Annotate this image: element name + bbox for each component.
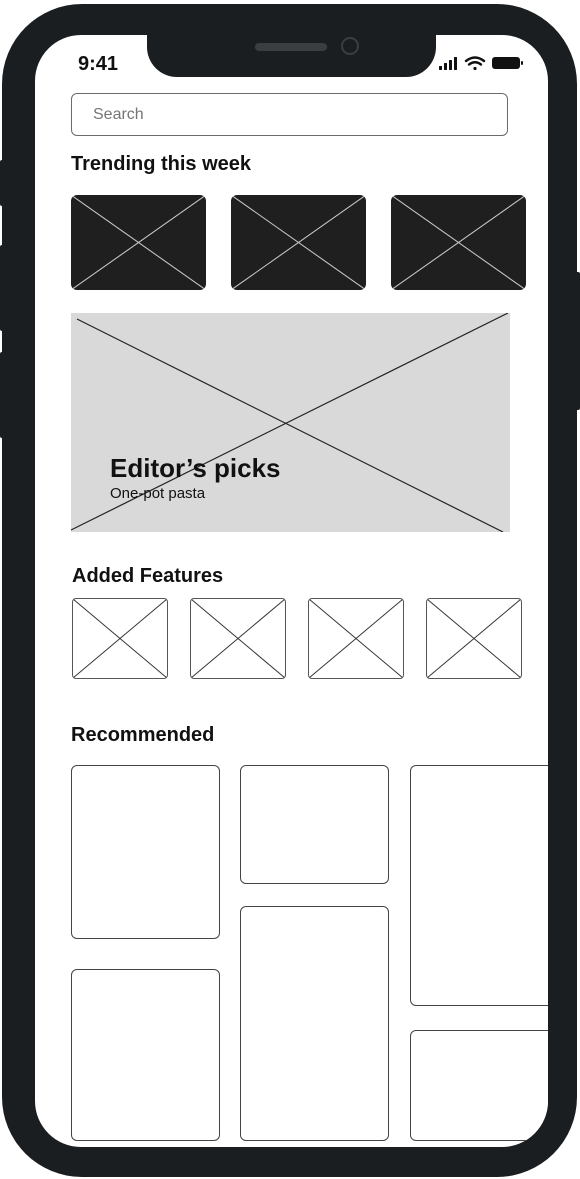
power-button bbox=[575, 272, 580, 410]
notch bbox=[147, 35, 436, 77]
feature-item[interactable] bbox=[190, 598, 286, 679]
volume-up-button bbox=[0, 245, 5, 331]
screen: 9:41 Trending this week bbox=[35, 35, 548, 1147]
recommended-card[interactable] bbox=[240, 906, 389, 1141]
feature-item[interactable] bbox=[426, 598, 522, 679]
recommended-card[interactable] bbox=[240, 765, 389, 884]
signal-icon bbox=[439, 57, 457, 70]
status-icons bbox=[439, 55, 527, 71]
editors-picks-card[interactable]: Editor’s picks One-pot pasta bbox=[71, 313, 510, 532]
recommended-heading: Recommended bbox=[71, 724, 215, 746]
image-placeholder-icon bbox=[427, 599, 521, 678]
status-time: 9:41 bbox=[78, 53, 119, 75]
image-placeholder-icon bbox=[71, 195, 206, 290]
trending-heading: Trending this week bbox=[71, 153, 252, 175]
feature-item[interactable] bbox=[72, 598, 168, 679]
recommended-card[interactable] bbox=[71, 765, 220, 939]
recommended-card[interactable] bbox=[410, 765, 548, 1006]
recommended-card[interactable] bbox=[71, 969, 220, 1141]
feature-item[interactable] bbox=[308, 598, 404, 679]
trending-item[interactable] bbox=[71, 195, 206, 290]
image-placeholder-icon bbox=[309, 599, 403, 678]
image-placeholder-icon bbox=[191, 599, 285, 678]
hero-title: Editor’s picks bbox=[110, 453, 281, 483]
search-input[interactable] bbox=[71, 93, 508, 136]
speaker-grille bbox=[255, 43, 327, 51]
trending-item[interactable] bbox=[391, 195, 526, 290]
image-placeholder-icon bbox=[391, 195, 526, 290]
front-camera bbox=[341, 37, 359, 55]
mute-switch bbox=[0, 160, 5, 206]
trending-item[interactable] bbox=[231, 195, 366, 290]
added-features-heading: Added Features bbox=[72, 565, 224, 587]
hero-subtitle: One-pot pasta bbox=[110, 485, 206, 502]
image-placeholder-icon bbox=[73, 599, 167, 678]
image-placeholder-icon bbox=[231, 195, 366, 290]
volume-down-button bbox=[0, 352, 5, 438]
wifi-icon bbox=[464, 56, 486, 71]
recommended-card[interactable] bbox=[410, 1030, 548, 1141]
battery-icon bbox=[492, 57, 523, 69]
